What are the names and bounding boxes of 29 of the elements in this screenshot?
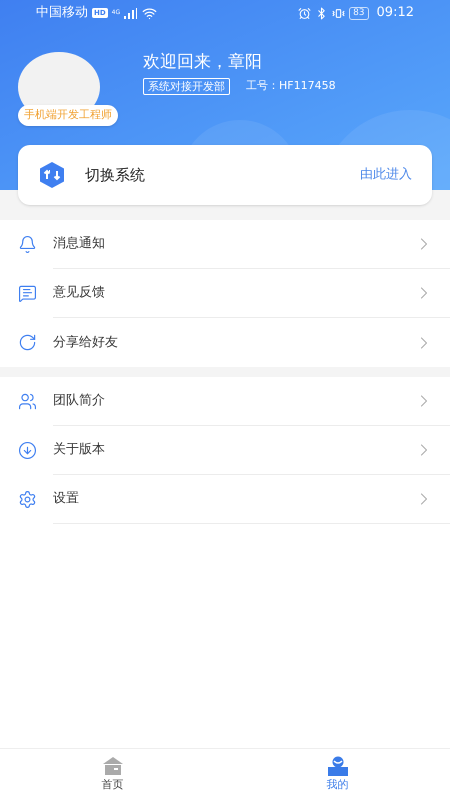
settings-icon: [18, 490, 37, 509]
person-icon: [326, 756, 348, 776]
carrier-name: 中国移动: [36, 4, 88, 22]
refresh-icon: [18, 333, 37, 352]
welcome-title: 欢迎回来，章阳: [143, 51, 263, 74]
department-tag: 系统对接开发部: [143, 78, 230, 94]
wifi-icon: [142, 6, 158, 20]
signal-icon: [124, 8, 138, 18]
menu-label: 意见反馈: [53, 284, 105, 302]
menu-label: 团队简介: [53, 392, 105, 410]
menu-label: 设置: [53, 490, 79, 508]
house-icon: [102, 756, 124, 776]
switch-icon: [38, 161, 66, 189]
role-badge: 手机端开发工程师: [18, 105, 118, 126]
vibrate-icon: [332, 6, 346, 20]
people-icon: [18, 392, 37, 411]
nav-tab[interactable]: 我的: [225, 749, 450, 800]
bell-icon: [18, 235, 37, 254]
message-icon: [18, 284, 37, 303]
nav-tab[interactable]: 首页: [0, 749, 225, 800]
employee-id: 工号：HF117458: [246, 78, 336, 94]
clock-time: 09:12: [376, 4, 414, 22]
battery-level: 83: [349, 6, 369, 20]
enter-link[interactable]: 由此进入: [360, 165, 412, 185]
download-icon: [18, 441, 37, 460]
menu-label: 关于版本: [53, 441, 105, 460]
menu-label: 消息通知: [53, 235, 105, 254]
alarm-icon: [298, 6, 312, 20]
menu-label: 分享给好友: [53, 334, 118, 352]
